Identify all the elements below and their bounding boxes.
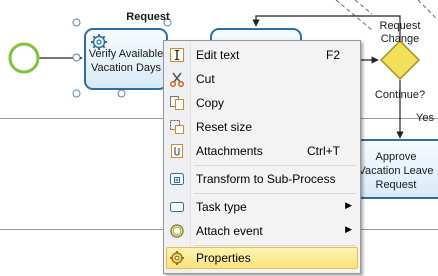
bpmn-canvas[interactable]: Request Verify Available Vacation Days R… xyxy=(0,0,438,276)
submenu-arrow-icon: ▶ xyxy=(345,224,352,234)
task-type-icon xyxy=(170,202,184,212)
subprocess-icon xyxy=(170,173,184,185)
menu-item-reset-size[interactable]: Reset size xyxy=(166,116,358,138)
menu-item-copy[interactable]: Copy xyxy=(166,92,358,114)
menu-item-label: Copy xyxy=(196,96,225,110)
menu-item-shortcut: Ctrl+T xyxy=(307,144,340,158)
association-dashed-line xyxy=(335,0,373,31)
menu-separator xyxy=(194,193,356,194)
association-dashed-line-3 xyxy=(417,0,438,21)
copy-icon xyxy=(170,96,184,110)
exclusive-gateway xyxy=(379,39,421,81)
menu-item-label: Task type xyxy=(196,200,247,214)
task-approve-vacation-leave-request[interactable]: Approve Vacation Leave Request xyxy=(354,139,438,199)
start-event xyxy=(8,42,40,74)
attach-event-icon xyxy=(170,224,184,238)
menu-item-label: Reset size xyxy=(196,120,253,134)
task-approve-label: Approve Vacation Leave Request xyxy=(358,151,434,191)
task-verify-label: Verify Available Vacation Days xyxy=(88,48,164,74)
attachments-icon xyxy=(171,144,183,158)
menu-item-label: Attachments xyxy=(196,144,263,158)
menu-item-task-type[interactable]: Task type ▶ xyxy=(166,196,358,218)
reset-size-icon xyxy=(170,120,184,134)
menu-item-label: Attach event xyxy=(196,224,263,238)
menu-item-properties[interactable]: Properties xyxy=(166,247,358,269)
menu-item-cut[interactable]: Cut xyxy=(166,68,358,90)
menu-item-transform-to-sub-process[interactable]: Transform to Sub-Process xyxy=(166,168,358,190)
gateway-request-change-label: Request Change xyxy=(379,20,421,45)
gateway-continue-label: Continue? xyxy=(374,89,426,101)
association-dashed-line-2 xyxy=(354,0,373,15)
menu-item-label: Transform to Sub-Process xyxy=(196,172,336,186)
task-verify-available-vacation-days[interactable]: Verify Available Vacation Days xyxy=(84,28,168,90)
menu-item-edit-text[interactable]: Edit text F2 xyxy=(166,44,358,66)
flow-yes-label: Yes xyxy=(416,112,434,124)
menu-separator xyxy=(194,165,356,166)
lane-label: Request xyxy=(126,11,170,23)
edit-text-icon xyxy=(170,48,184,62)
context-menu: Edit text F2 Cut Copy Reset size Attachm… xyxy=(163,40,361,274)
submenu-arrow-icon: ▶ xyxy=(345,200,352,210)
menu-item-label: Cut xyxy=(196,72,215,86)
menu-item-label: Edit text xyxy=(196,48,240,62)
properties-icon xyxy=(170,251,184,265)
scissors-icon xyxy=(169,72,185,87)
menu-item-shortcut: F2 xyxy=(325,48,340,62)
menu-item-attachments[interactable]: Attachments Ctrl+T xyxy=(166,140,358,162)
menu-separator xyxy=(194,245,356,246)
menu-item-label: Properties xyxy=(196,251,251,265)
menu-item-attach-event[interactable]: Attach event ▶ xyxy=(166,220,358,242)
